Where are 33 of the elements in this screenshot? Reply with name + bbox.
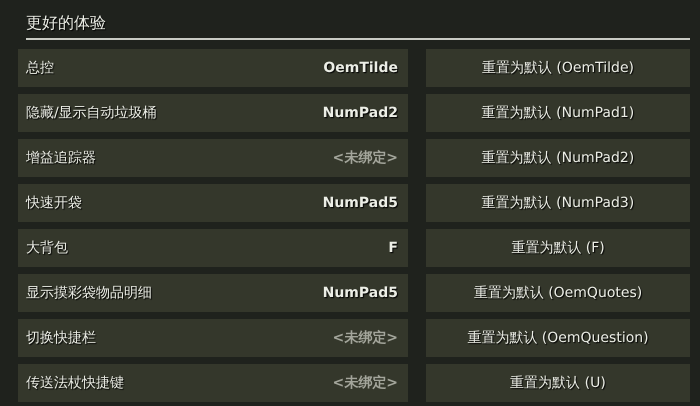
action-label: 大背包 xyxy=(26,239,68,257)
reset-button[interactable]: 重置为默认 (U) xyxy=(426,364,690,402)
action-label: 传送法杖快捷键 xyxy=(26,374,124,392)
key-binding: <未绑定> xyxy=(332,374,398,392)
reset-button[interactable]: 重置为默认 (NumPad3) xyxy=(426,184,690,222)
action-label: 切换快捷栏 xyxy=(26,329,96,347)
keybind-row[interactable]: 显示摸彩袋物品明细 NumPad5 xyxy=(18,274,408,312)
reset-button[interactable]: 重置为默认 (OemQuestion) xyxy=(426,319,690,357)
key-binding: F xyxy=(388,240,398,256)
key-binding: <未绑定> xyxy=(332,149,398,167)
reset-button[interactable]: 重置为默认 (OemTilde) xyxy=(426,49,690,87)
keybind-row[interactable]: 总控 OemTilde xyxy=(18,49,408,87)
reset-button[interactable]: 重置为默认 (OemQuotes) xyxy=(426,274,690,312)
key-binding: NumPad5 xyxy=(322,285,398,301)
action-label: 显示摸彩袋物品明细 xyxy=(26,284,152,302)
reset-button[interactable]: 重置为默认 (F) xyxy=(426,229,690,267)
key-binding: NumPad5 xyxy=(322,195,398,211)
keybind-row[interactable]: 增益追踪器 <未绑定> xyxy=(18,139,408,177)
action-label: 增益追踪器 xyxy=(26,149,96,167)
keybind-row[interactable]: 隐藏/显示自动垃圾桶 NumPad2 xyxy=(18,94,408,132)
keybind-row[interactable]: 大背包 F xyxy=(18,229,408,267)
keybind-row[interactable]: 快速开袋 NumPad5 xyxy=(18,184,408,222)
action-label: 总控 xyxy=(26,59,54,77)
action-label: 快速开袋 xyxy=(26,194,82,212)
key-binding: NumPad2 xyxy=(322,105,398,121)
action-label: 隐藏/显示自动垃圾桶 xyxy=(26,104,157,122)
section-title: 更好的体验 xyxy=(26,13,106,32)
keybind-row[interactable]: 传送法杖快捷键 <未绑定> xyxy=(18,364,408,402)
key-binding: <未绑定> xyxy=(332,329,398,347)
key-binding: OemTilde xyxy=(323,60,398,76)
reset-button[interactable]: 重置为默认 (NumPad2) xyxy=(426,139,690,177)
reset-button[interactable]: 重置为默认 (NumPad1) xyxy=(426,94,690,132)
keybind-row[interactable]: 切换快捷栏 <未绑定> xyxy=(18,319,408,357)
